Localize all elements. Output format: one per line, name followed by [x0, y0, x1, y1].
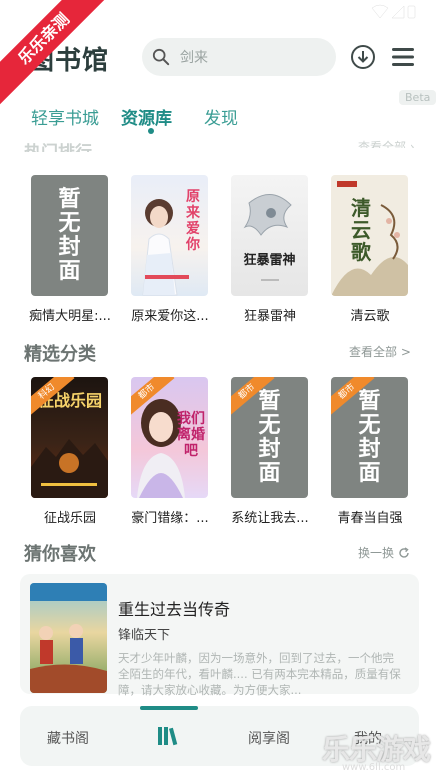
- refresh-icon: [399, 546, 409, 558]
- tab-discover[interactable]: 发现: [204, 104, 238, 129]
- recommend-title: 重生过去当传奇: [118, 600, 231, 619]
- book-title: 清云歌: [350, 309, 390, 324]
- cover-illustration: [243, 194, 292, 281]
- cover-title: 狂暴雷神: [243, 253, 296, 268]
- book-cover: 征战乐园 科幻: [31, 377, 108, 498]
- book-item[interactable]: 清云歌 清云歌: [331, 175, 409, 324]
- book-item[interactable]: 暂无封面 都市 系统让我去...: [231, 377, 309, 526]
- book-title: 系统让我去...: [231, 511, 309, 526]
- tab-light-bookstore[interactable]: 轻享书城: [31, 104, 99, 129]
- bottom-nav-active-indicator: [140, 706, 198, 710]
- menu-icon[interactable]: [391, 46, 415, 68]
- cover-title: 我们离婚吧: [177, 411, 205, 459]
- recommend-cover: [30, 583, 107, 693]
- search-input[interactable]: 剑来: [142, 38, 336, 76]
- nav-bookshelf[interactable]: 藏书阁: [47, 728, 89, 748]
- tab-resource-library[interactable]: 资源库: [121, 104, 172, 129]
- book-cover: 原来爱你: [131, 175, 208, 296]
- book-cover: 暂无封面 都市: [231, 377, 308, 498]
- download-icon[interactable]: [350, 44, 376, 70]
- book-title: 青春当自强: [337, 511, 403, 526]
- cover-title: 清云歌: [351, 196, 371, 264]
- cover-title: 原来爱你: [186, 189, 200, 253]
- book-title: 狂暴雷神: [243, 309, 296, 324]
- watermark-url: www.6ll.com: [342, 762, 406, 773]
- book-item[interactable]: 原来爱你 原来爱你这...: [131, 175, 209, 324]
- book-cover: 暂无封面 都市: [331, 377, 408, 498]
- book-title: 征战乐园: [43, 511, 96, 526]
- recommend-author: 锋临天下: [118, 628, 171, 643]
- status-bar-icons: [371, 4, 416, 19]
- search-placeholder: 剑来: [180, 50, 208, 66]
- active-tab-indicator: [148, 128, 154, 134]
- book-item[interactable]: 暂无封面 痴情大明星:...: [29, 175, 111, 324]
- refresh-label: 换一换: [358, 546, 395, 560]
- book-item[interactable]: 征战乐园 科幻 征战乐园: [31, 377, 109, 526]
- hot-ranking-heading-clipped: 热门排行: [24, 138, 92, 152]
- no-cover-text: 暂无封面: [58, 186, 81, 284]
- book-cover: 清云歌: [331, 175, 408, 296]
- beta-badge: Beta: [399, 90, 437, 105]
- view-all-link[interactable]: 查看全部 >: [349, 343, 411, 360]
- cover-illustration: [30, 583, 107, 693]
- no-cover-text: 暂无封面: [258, 388, 281, 486]
- library-icon[interactable]: [157, 726, 181, 746]
- recommend-description: 天才少年叶麟，因为一场意外，回到了过去，一个他完全陌生的年代，看叶麟.... 已…: [118, 651, 401, 697]
- book-item[interactable]: 狂暴雷神 狂暴雷神: [231, 175, 309, 324]
- book-cover: 狂暴雷神: [231, 175, 308, 296]
- book-title: 痴情大明星:...: [29, 309, 111, 324]
- hot-ranking-link-clipped: 查看全部 ›: [358, 140, 415, 148]
- guess-section-title: 猜你喜欢: [24, 544, 96, 565]
- search-icon: [152, 48, 170, 66]
- book-cover: 我们离婚吧 都市: [131, 377, 208, 498]
- featured-section-title: 精选分类: [24, 344, 96, 365]
- no-cover-text: 暂无封面: [358, 388, 381, 486]
- book-title: 原来爱你这...: [131, 309, 209, 324]
- book-item[interactable]: 暂无封面 都市 青春当自强: [331, 377, 409, 526]
- book-cover: 暂无封面: [31, 175, 108, 296]
- book-title: 豪门错缘：...: [131, 511, 209, 526]
- refresh-link[interactable]: 换一换: [358, 544, 410, 561]
- book-item[interactable]: 我们离婚吧 都市 豪门错缘：...: [131, 377, 209, 526]
- nav-reading[interactable]: 阅享阁: [248, 728, 290, 748]
